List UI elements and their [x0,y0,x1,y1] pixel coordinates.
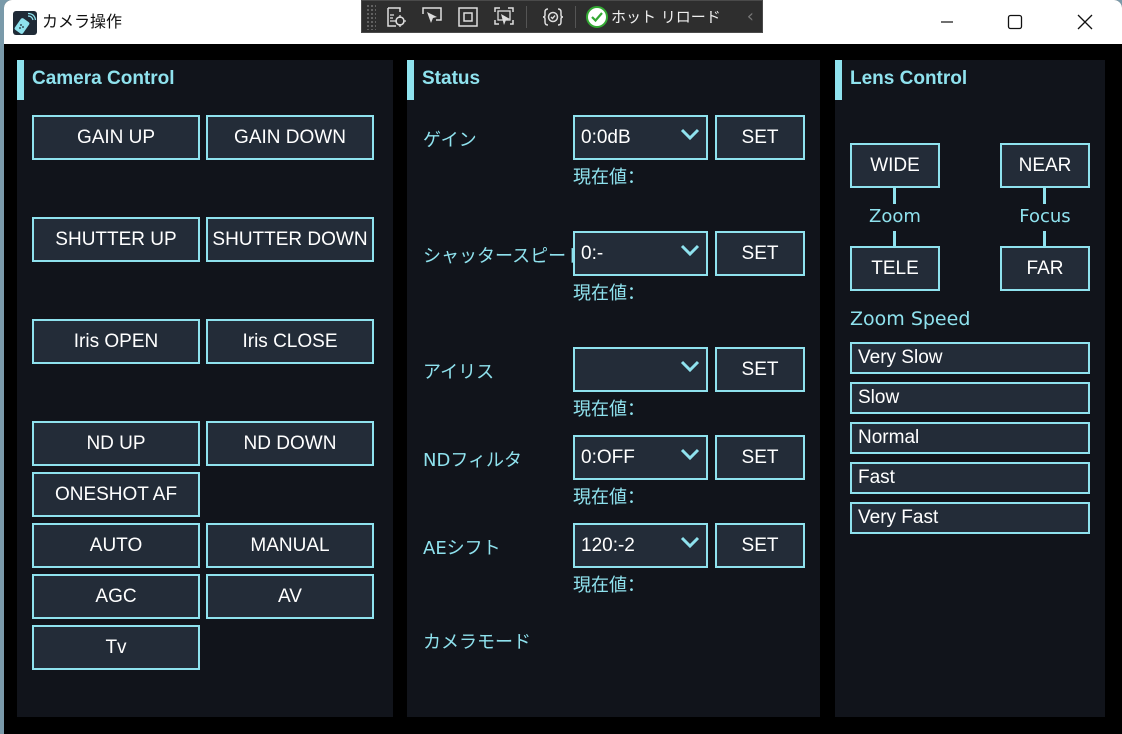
zoom-speed-option-slow[interactable]: Slow [850,382,1090,414]
ae-shift-current-value: 現在値： [573,575,645,596]
accent-bar [407,60,414,100]
close-icon [1077,14,1093,30]
agc-button[interactable]: AGC [32,574,200,619]
shutter-speed-value: 0:- [581,242,604,264]
chevron-left-icon[interactable]: ‹ [747,6,754,27]
focus-near-button[interactable]: NEAR [1000,143,1090,188]
minimize-button[interactable] [912,0,982,44]
live-visual-tree-icon[interactable] [380,3,412,31]
zoom-speed-option-normal[interactable]: Normal [850,422,1090,454]
av-button[interactable]: AV [206,574,374,619]
panel-header: Camera Control [17,60,393,100]
close-button[interactable] [1050,0,1120,44]
chevron-down-icon [680,244,700,257]
connector-line [893,231,896,247]
app-window: カメラ操作 ホット リロード ‹ Camera Control GAIN UP … [4,0,1122,734]
lens-control-panel: Lens Control WIDE Zoom TELE NEAR Focus F… [835,60,1105,717]
ae-shift-label: AEシフト [423,538,501,559]
nd-filter-set-button[interactable]: SET [715,435,805,480]
auto-button[interactable]: AUTO [32,523,200,568]
window-title: カメラ操作 [42,12,123,31]
gain-current-value: 現在値： [573,167,645,188]
panel-title: Camera Control [32,68,175,89]
gain-up-button[interactable]: GAIN UP [32,115,200,160]
hot-reload-label: ホット リロード [611,8,721,26]
panel-header: Lens Control [835,60,1105,100]
ae-shift-value: 120:-2 [581,534,635,556]
shutter-speed-label: シャッタースピード [423,246,585,267]
xaml-debug-toolbar: ホット リロード ‹ [361,0,763,33]
iris-label: アイリス [423,362,495,383]
focus-label: Focus [1019,206,1071,227]
maximize-icon [1007,14,1023,30]
iris-close-button[interactable]: Iris CLOSE [206,319,374,364]
shutter-speed-set-button[interactable]: SET [715,231,805,276]
binding-failures-icon[interactable] [537,3,569,31]
tv-button[interactable]: Tv [32,625,200,670]
connector-line [1043,188,1046,204]
zoom-tele-button[interactable]: TELE [850,246,940,291]
minimize-icon [941,21,953,23]
shutter-down-button[interactable]: SHUTTER DOWN [206,217,374,262]
gain-set-button[interactable]: SET [715,115,805,160]
iris-set-button[interactable]: SET [715,347,805,392]
chevron-down-icon [680,448,700,461]
zoom-speed-label: Zoom Speed [850,308,971,330]
zoom-speed-option-fast[interactable]: Fast [850,462,1090,494]
panel-title: Lens Control [850,68,968,89]
maximize-button[interactable] [980,0,1050,44]
iris-open-button[interactable]: Iris OPEN [32,319,200,364]
chevron-down-icon [680,360,700,373]
separator [526,5,527,28]
zoom-speed-option-very-fast[interactable]: Very Fast [850,502,1090,534]
iris-combobox[interactable] [573,347,708,392]
chevron-down-icon [680,128,700,141]
shutter-speed-combobox[interactable]: 0:- [573,231,708,276]
nd-up-button[interactable]: ND UP [32,421,200,466]
ae-shift-set-button[interactable]: SET [715,523,805,568]
accent-bar [17,60,24,100]
status-panel: Status ゲイン 0:0dB SET 現在値： シャッタースピード 0:- … [407,60,820,717]
shutter-up-button[interactable]: SHUTTER UP [32,217,200,262]
gain-value: 0:0dB [581,126,631,148]
camera-mode-label: カメラモード [423,632,531,653]
separator [575,5,576,28]
connector-line [893,188,896,204]
hot-reload-button[interactable]: ホット リロード [586,5,721,28]
iris-current-value: 現在値： [573,399,645,420]
gain-down-button[interactable]: GAIN DOWN [206,115,374,160]
panel-title: Status [422,68,481,89]
focus-far-button[interactable]: FAR [1000,246,1090,291]
chevron-down-icon [680,536,700,549]
nd-filter-value: 0:OFF [581,446,635,468]
oneshot-af-button[interactable]: ONESHOT AF [32,472,200,517]
zoom-speed-option-very-slow[interactable]: Very Slow [850,342,1090,374]
drag-grip-icon[interactable] [366,3,376,30]
connector-line [1043,231,1046,247]
display-layout-adorners-icon[interactable] [452,3,484,31]
accent-bar [835,60,842,100]
zoom-label: Zoom [869,206,921,227]
nd-down-button[interactable]: ND DOWN [206,421,374,466]
remote-control-icon [13,11,37,35]
ae-shift-combobox[interactable]: 120:-2 [573,523,708,568]
track-focus-icon[interactable] [488,3,520,31]
camera-control-panel: Camera Control GAIN UP GAIN DOWN SHUTTER… [17,60,393,717]
nd-filter-current-value: 現在値： [573,487,645,508]
manual-button[interactable]: MANUAL [206,523,374,568]
gain-combobox[interactable]: 0:0dB [573,115,708,160]
nd-filter-label: NDフィルタ [423,450,522,471]
nd-filter-combobox[interactable]: 0:OFF [573,435,708,480]
panel-header: Status [407,60,820,100]
gain-label: ゲイン [423,130,477,151]
shutter-speed-current-value: 現在値： [573,283,645,304]
check-circle-icon [586,5,608,28]
title-bar[interactable]: カメラ操作 ホット リロード ‹ [4,0,1122,44]
select-element-icon[interactable] [416,3,448,31]
zoom-wide-button[interactable]: WIDE [850,143,940,188]
